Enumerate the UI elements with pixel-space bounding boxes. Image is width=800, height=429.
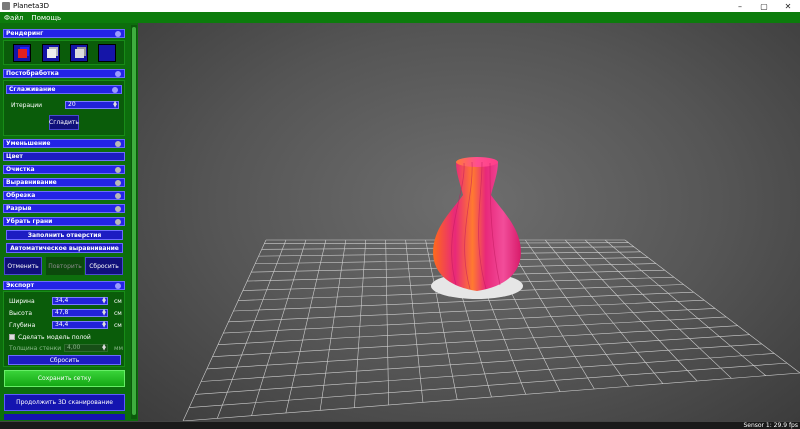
tool-crop-label: Обрезка: [6, 192, 36, 199]
tool-color-label: Цвет: [6, 153, 23, 160]
wall-thickness-stepper[interactable]: 4,00 ▲ ▼: [64, 344, 108, 352]
title-bar: Planeta3D – ▢ ✕: [0, 0, 800, 12]
tool-align-header[interactable]: Выравнивание: [3, 178, 125, 187]
iterations-stepper[interactable]: 20 ▲ ▼: [65, 101, 119, 109]
redo-button[interactable]: Повторить: [46, 257, 84, 275]
wall-thickness-label: Толщина стенки: [9, 345, 62, 352]
collapse-icon[interactable]: [115, 31, 121, 37]
depth-unit: см: [114, 322, 122, 329]
render-mode-hidden-button[interactable]: [98, 44, 116, 62]
wall-thickness-value: 4,00: [67, 344, 81, 351]
width-stepper[interactable]: 34,4 ▲ ▼: [52, 297, 108, 305]
section-postprocess-header[interactable]: Постобработка: [3, 69, 125, 78]
height-value: 47,8: [55, 309, 69, 316]
height-unit: см: [114, 310, 122, 317]
section-render-header[interactable]: Рендеринг: [3, 29, 125, 38]
undo-button[interactable]: Отменить: [4, 257, 42, 275]
width-label: Ширина: [9, 298, 35, 305]
tool-remove-faces-label: Убрать грани: [6, 218, 53, 225]
wall-thickness-unit: мм: [114, 345, 124, 352]
close-icon[interactable]: ✕: [776, 2, 800, 11]
section-export-title: Экспорт: [6, 282, 35, 289]
section-render-title: Рендеринг: [6, 30, 44, 37]
collapse-icon[interactable]: [115, 180, 121, 186]
tool-cleanup-label: Очистка: [6, 166, 35, 173]
width-unit: см: [114, 298, 122, 305]
maximize-icon[interactable]: ▢: [752, 2, 776, 11]
depth-label: Глубина: [9, 322, 36, 329]
sidebar: Рендеринг Постобработка Сглаживание Итер…: [0, 23, 138, 421]
app-icon: [2, 2, 10, 10]
iterations-label: Итерации: [11, 102, 43, 109]
collapse-icon[interactable]: [115, 71, 121, 77]
vase-model[interactable]: [433, 158, 521, 291]
section-postprocess-title: Постобработка: [6, 70, 59, 77]
stepper-arrows-icon[interactable]: ▲ ▼: [102, 297, 106, 305]
sensor-fps-status: Sensor 1: 29.9 fps: [743, 422, 798, 429]
menu-bar: Файл Помощь: [0, 12, 800, 23]
render-mode-panel: [3, 40, 125, 65]
stepper-arrows-icon[interactable]: ▲ ▼: [102, 344, 106, 352]
section-export-header[interactable]: Экспорт: [3, 281, 125, 290]
wireframe-cube-icon: [75, 49, 84, 58]
export-panel: Ширина 34,4 ▲ ▼ см Высота 47,8 ▲ ▼ см Глубин…: [3, 291, 125, 367]
collapse-icon[interactable]: [115, 141, 121, 147]
3d-viewport[interactable]: [138, 23, 800, 421]
hollow-label: Сделать модель полой: [18, 334, 91, 341]
section-smoothing-header[interactable]: Сглаживание: [6, 85, 122, 94]
stepper-arrows-icon[interactable]: ▲ ▼: [113, 101, 117, 109]
vase-rim: [456, 157, 498, 167]
iterations-value: 20: [68, 101, 76, 108]
export-reset-button[interactable]: Сбросить: [8, 355, 121, 365]
tool-reduce-label: Уменьшение: [6, 140, 51, 147]
tool-crop-header[interactable]: Обрезка: [3, 191, 125, 200]
fill-holes-button[interactable]: Заполнить отверстия: [6, 230, 123, 240]
smooth-button[interactable]: Сгладить: [49, 115, 79, 130]
window-title: Planeta3D: [13, 2, 50, 10]
height-label: Высота: [9, 310, 32, 317]
auto-align-button[interactable]: Автоматическое выравнивание: [6, 243, 123, 253]
collapse-icon[interactable]: [112, 87, 118, 93]
sidebar-bottom-bar: [4, 414, 125, 420]
width-value: 34,4: [55, 297, 69, 304]
collapse-icon[interactable]: [115, 193, 121, 199]
menu-file[interactable]: Файл: [0, 14, 27, 22]
save-mesh-button[interactable]: Сохранить сетку: [4, 370, 125, 387]
hidden-mode-icon: [103, 49, 112, 58]
tool-remove-faces-header[interactable]: Убрать грани: [3, 217, 125, 226]
tool-cleanup-header[interactable]: Очистка: [3, 165, 125, 174]
render-mode-color-button[interactable]: [13, 44, 31, 62]
hollow-checkbox[interactable]: [9, 334, 15, 340]
tool-split-label: Разрыв: [6, 205, 32, 212]
tool-align-label: Выравнивание: [6, 179, 57, 186]
stepper-arrows-icon[interactable]: ▲ ▼: [102, 309, 106, 317]
collapse-icon[interactable]: [115, 219, 121, 225]
status-bar: Sensor 1: 29.9 fps: [0, 421, 800, 429]
render-mode-shaded-button[interactable]: [42, 44, 60, 62]
menu-help[interactable]: Помощь: [27, 14, 65, 22]
render-mode-textured-button[interactable]: [70, 44, 88, 62]
minimize-icon[interactable]: –: [728, 2, 752, 11]
tool-color-header[interactable]: Цвет: [3, 152, 125, 161]
height-stepper[interactable]: 47,8 ▲ ▼: [52, 309, 108, 317]
depth-value: 34,4: [55, 321, 69, 328]
scene-canvas[interactable]: [138, 23, 800, 421]
color-cube-icon: [18, 49, 27, 58]
tool-reduce-header[interactable]: Уменьшение: [3, 139, 125, 148]
continue-scan-button[interactable]: Продолжить 3D сканирование: [4, 394, 125, 411]
smoothing-panel: Сглаживание Итерации 20 ▲ ▼ Сгладить: [3, 80, 125, 136]
collapse-icon[interactable]: [115, 283, 121, 289]
reset-edits-button[interactable]: Сбросить: [85, 257, 123, 275]
shaded-cube-icon: [47, 49, 56, 58]
depth-stepper[interactable]: 34,4 ▲ ▼: [52, 321, 108, 329]
tool-split-header[interactable]: Разрыв: [3, 204, 125, 213]
section-smoothing-title: Сглаживание: [9, 86, 56, 93]
collapse-icon[interactable]: [115, 167, 121, 173]
stepper-arrows-icon[interactable]: ▲ ▼: [102, 321, 106, 329]
scrollbar-thumb[interactable]: [132, 27, 136, 415]
collapse-icon[interactable]: [115, 206, 121, 212]
sidebar-scrollbar[interactable]: [131, 25, 137, 419]
